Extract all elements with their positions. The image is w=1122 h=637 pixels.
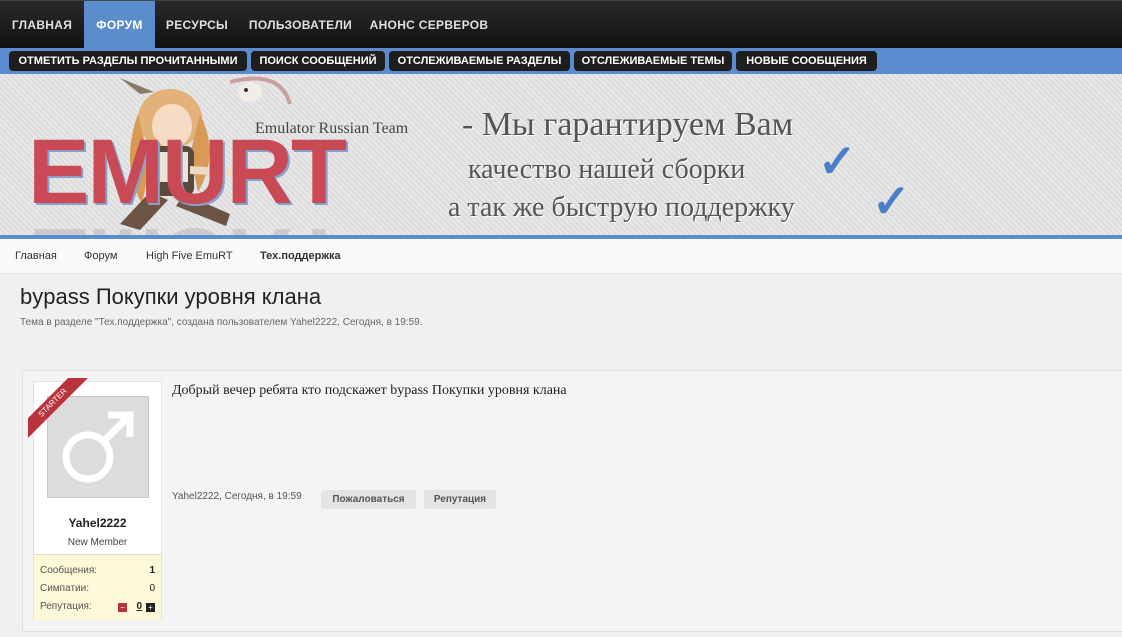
slogan-line-1: - Мы гарантируем Вам [462,106,794,143]
breadcrumb-high-five[interactable]: High Five EmuRT [146,239,233,273]
reputation-button[interactable]: Репутация [424,490,496,509]
watched-threads-button[interactable]: ОТСЛЕЖИВАЕМЫЕ ТЕМЫ [574,51,732,71]
search-messages-button[interactable]: ПОИСК СООБЩЕНИЙ [251,51,385,71]
breadcrumb-tech-support[interactable]: Тех.поддержка [260,239,341,273]
watched-forums-button[interactable]: ОТСЛЕЖИВАЕМЫЕ РАЗДЕЛЫ [389,51,570,71]
reputation-value: 0 [136,601,142,612]
thread-description: Тема в разделе "Тех.поддержка", создана … [20,317,423,328]
slogan-line-3: а так же быструю поддержку [448,192,795,223]
tab-home[interactable]: ГЛАВНАЯ [0,1,84,49]
sub-navigation: ОТМЕТИТЬ РАЗДЕЛЫ ПРОЧИТАННЫМИ ПОИСК СООБ… [0,48,1122,74]
tab-resources[interactable]: РЕСУРСЫ [155,1,239,49]
site-logo: EMURT [28,121,347,223]
page-title: bypass Покупки уровня клана [20,284,322,309]
user-title: New Member [67,537,128,548]
user-stats: Сообщения: 1 Симпатии: 0 Репутация: − 0 … [34,554,161,620]
messages-label: Сообщения: [40,565,98,576]
post-message: STARTER Yahel2222 New Member Сообщения: … [22,370,1122,632]
top-navigation: ГЛАВНАЯ ФОРУМ РЕСУРСЫ ПОЛЬЗОВАТЕЛИ АНОНС… [0,0,1122,49]
likes-label: Симпатии: [40,583,89,594]
slogan-line-2: качество нашей сборки [468,154,746,185]
post-meta[interactable]: Yahel2222, Сегодня, в 19:59 [172,491,302,502]
breadcrumb: Главная Форум High Five EmuRT Тех.поддер… [0,239,1122,274]
user-info-block: STARTER Yahel2222 New Member Сообщения: … [28,378,162,620]
username-link[interactable]: Yahel2222 [34,516,161,530]
breadcrumb-home[interactable]: Главная [15,239,57,273]
starter-ribbon: STARTER [28,378,88,438]
mark-forums-read-button[interactable]: ОТМЕТИТЬ РАЗДЕЛЫ ПРОЧИТАННЫМИ [9,51,247,71]
logo-subtitle: Emulator Russian Team [255,120,409,137]
new-posts-button[interactable]: НОВЫЕ СООБЩЕНИЯ [736,51,877,71]
checkmark-icon: ✓ [872,175,911,227]
starter-label: STARTER [28,378,88,438]
reputation-label: Репутация: [40,601,92,612]
checkmark-icon: ✓ [818,135,857,187]
reputation-minus-icon[interactable]: − [118,603,127,612]
site-banner[interactable]: EMURT EMURT Emulator Russian Team - Мы г… [0,74,1122,236]
breadcrumb-forum[interactable]: Форум [84,239,117,273]
tab-server-announcements[interactable]: АНОНС СЕРВЕРОВ [362,1,496,49]
reputation-plus-icon[interactable]: + [146,603,155,612]
message-text: Добрый вечер ребята кто подскажет bypass… [172,383,567,398]
likes-value: 0 [149,583,155,594]
report-button[interactable]: Пожаловаться [321,490,416,509]
messages-value[interactable]: 1 [149,565,155,576]
tab-members[interactable]: ПОЛЬЗОВАТЕЛИ [239,1,362,49]
tab-forum[interactable]: ФОРУМ [84,1,155,49]
